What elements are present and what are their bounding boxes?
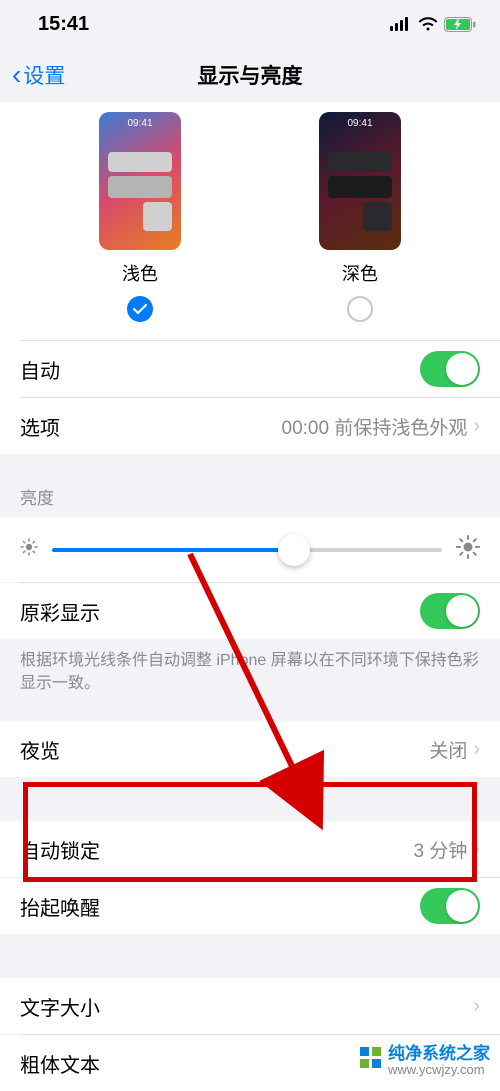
back-button[interactable]: ‹ 设置 — [12, 60, 65, 90]
status-time: 15:41 — [38, 13, 89, 36]
text-size-label: 文字大小 — [20, 992, 100, 1021]
true-tone-row: 原彩显示 — [0, 583, 500, 639]
raise-to-wake-label: 抬起唤醒 — [20, 892, 100, 921]
battery-charging-icon — [444, 17, 476, 32]
watermark-title: 纯净系统之家 — [388, 1044, 490, 1063]
wifi-icon — [418, 17, 438, 31]
auto-appearance-toggle[interactable] — [420, 351, 480, 387]
brightness-slider[interactable] — [52, 548, 442, 552]
radio-checked-icon — [127, 296, 153, 322]
signal-icon — [390, 17, 412, 31]
appearance-options-row[interactable]: 选项 00:00 前保持浅色外观 › — [0, 398, 500, 454]
theme-light-preview: 09:41 — [99, 112, 181, 250]
sun-large-icon — [456, 535, 480, 564]
chevron-left-icon: ‹ — [12, 61, 21, 89]
theme-dark-option[interactable]: 09:41 深色 — [319, 112, 401, 322]
theme-dark-preview: 09:41 — [319, 112, 401, 250]
night-shift-detail: 关闭 — [429, 736, 467, 763]
night-shift-label: 夜览 — [20, 735, 60, 764]
chevron-right-icon: › — [473, 995, 480, 1018]
nav-bar: ‹ 设置 显示与亮度 — [0, 48, 500, 102]
back-label: 设置 — [23, 60, 65, 90]
night-shift-row[interactable]: 夜览 关闭 › — [0, 721, 500, 777]
true-tone-footer: 根据环境光线条件自动调整 iPhone 屏幕以在不同环境下保持色彩显示一致。 — [0, 639, 500, 713]
theme-row: 09:41 浅色 09:41 深色 — [0, 102, 500, 340]
appearance-options-detail: 00:00 前保持浅色外观 — [282, 413, 468, 440]
auto-appearance-row: 自动 — [0, 341, 500, 397]
auto-appearance-label: 自动 — [20, 355, 60, 384]
raise-to-wake-toggle[interactable] — [420, 888, 480, 924]
chevron-right-icon: › — [473, 415, 480, 438]
sun-small-icon — [20, 538, 38, 561]
true-tone-toggle[interactable] — [420, 593, 480, 629]
theme-dark-label: 深色 — [342, 260, 378, 286]
watermark-url: www.ycwjzy.com — [388, 1062, 490, 1077]
appearance-options-label: 选项 — [20, 412, 60, 441]
slider-thumb[interactable] — [278, 534, 310, 566]
theme-light-option[interactable]: 09:41 浅色 — [99, 112, 181, 322]
chevron-right-icon: › — [473, 738, 480, 761]
appearance-group: 09:41 浅色 09:41 深色 自动 — [0, 102, 500, 454]
status-bar: 15:41 — [0, 0, 500, 48]
brightness-header: 亮度 — [0, 454, 500, 517]
raise-to-wake-row: 抬起唤醒 — [0, 878, 500, 934]
watermark-logo-icon — [360, 1047, 382, 1069]
content: 09:41 浅色 09:41 深色 自动 — [0, 102, 500, 1091]
radio-unchecked-icon — [347, 296, 373, 322]
annotation-highlight-box — [23, 782, 477, 882]
bold-text-label: 粗体文本 — [20, 1049, 100, 1078]
page-title: 显示与亮度 — [198, 60, 303, 90]
text-size-row[interactable]: 文字大小 › — [0, 978, 500, 1034]
true-tone-label: 原彩显示 — [20, 597, 100, 626]
theme-light-label: 浅色 — [122, 260, 158, 286]
brightness-slider-row — [0, 517, 500, 582]
status-right — [390, 17, 476, 32]
watermark: 纯净系统之家 www.ycwjzy.com — [360, 1039, 490, 1077]
